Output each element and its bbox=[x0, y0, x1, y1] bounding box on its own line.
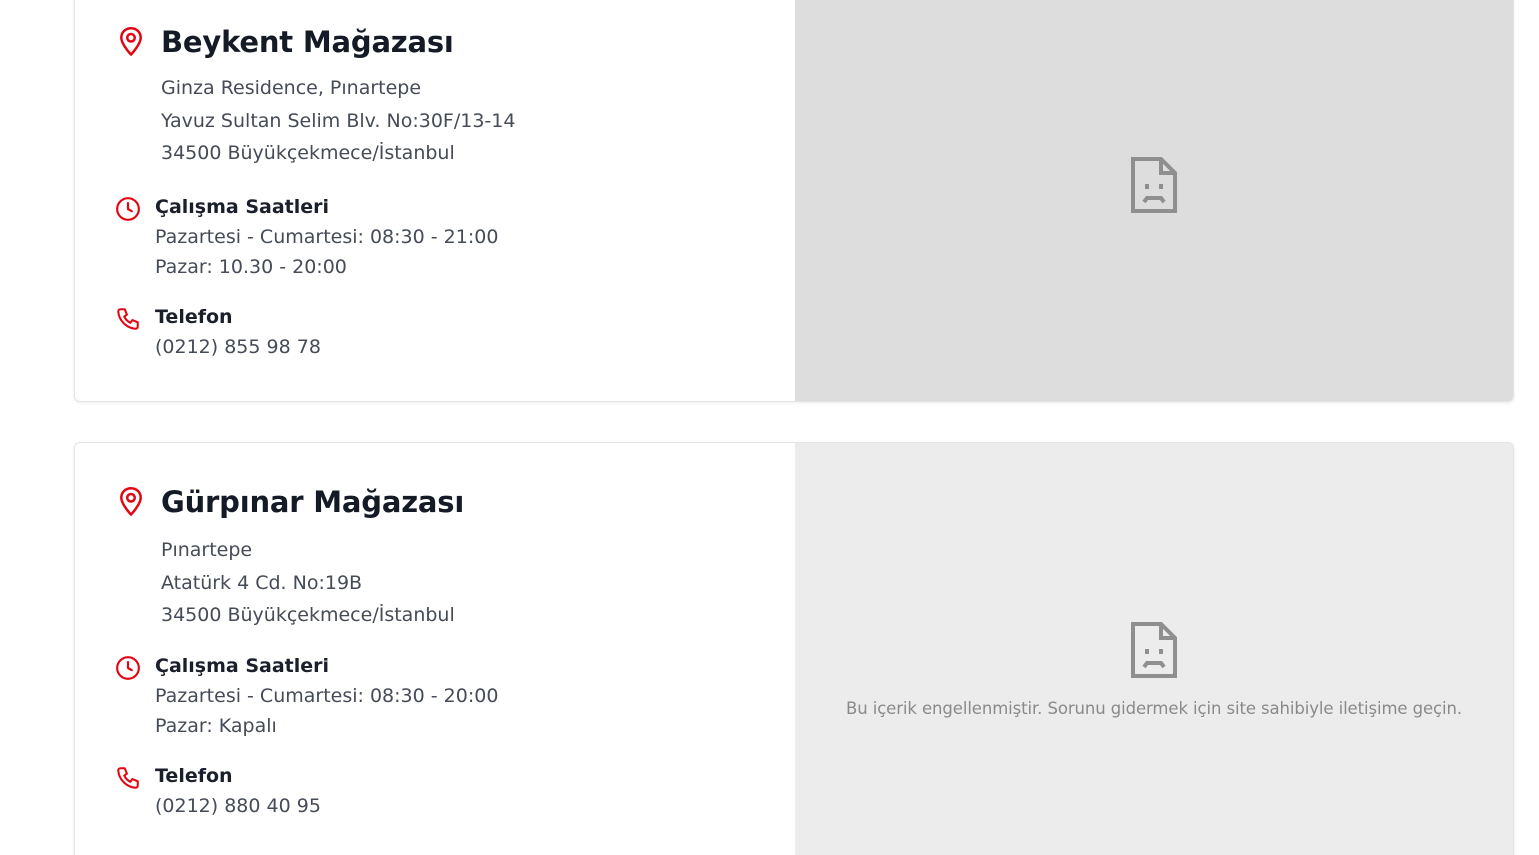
store-card: Gürpınar Mağazası Pınartepe Atatürk 4 Cd… bbox=[74, 442, 1514, 855]
store-info: Beykent Mağazası Ginza Residence, Pınart… bbox=[75, 0, 795, 401]
phone-number[interactable]: (0212) 880 40 95 bbox=[155, 791, 321, 821]
working-hours-line: Pazar: Kapalı bbox=[155, 715, 277, 737]
store-address: Ginza Residence, Pınartepe Yavuz Sultan … bbox=[161, 72, 515, 170]
location-pin-icon bbox=[120, 27, 142, 56]
map-embed-blocked: Bu içerik engellenmiştir. Sorunu giderme… bbox=[795, 443, 1513, 855]
phone-heading: Telefon bbox=[155, 765, 233, 787]
sad-document-icon bbox=[1131, 157, 1177, 213]
clock-icon bbox=[116, 197, 140, 221]
address-line: 34500 Büyükçekmece/İstanbul bbox=[161, 142, 455, 164]
store-title: Beykent Mağazası bbox=[161, 25, 454, 59]
store-title: Gürpınar Mağazası bbox=[161, 485, 465, 519]
working-hours-heading: Çalışma Saatleri bbox=[155, 196, 330, 218]
sad-document-icon bbox=[1131, 622, 1177, 678]
working-hours-section: Çalışma Saatleri Pazartesi - Cumartesi: … bbox=[115, 651, 498, 741]
store-address: Pınartepe Atatürk 4 Cd. No:19B 34500 Büy… bbox=[161, 534, 455, 632]
address-line: 34500 Büyükçekmece/İstanbul bbox=[161, 604, 455, 626]
map-embed-blocked bbox=[795, 0, 1513, 401]
phone-number[interactable]: (0212) 855 98 78 bbox=[155, 332, 321, 362]
phone-section: Telefon (0212) 855 98 78 bbox=[115, 302, 321, 362]
store-title-row: Beykent Mağazası bbox=[117, 25, 454, 59]
working-hours-line: Pazartesi - Cumartesi: 08:30 - 21:00 bbox=[155, 226, 499, 248]
map-blocked-message: Bu içerik engellenmiştir. Sorunu giderme… bbox=[846, 699, 1462, 718]
working-hours-line: Pazar: 10.30 - 20:00 bbox=[155, 256, 347, 278]
store-card: Beykent Mağazası Ginza Residence, Pınart… bbox=[74, 0, 1514, 402]
phone-icon bbox=[117, 308, 139, 330]
address-line: Atatürk 4 Cd. No:19B bbox=[161, 571, 363, 594]
working-hours-heading: Çalışma Saatleri bbox=[155, 655, 330, 677]
store-list-page: Beykent Mağazası Ginza Residence, Pınart… bbox=[0, 0, 1539, 855]
store-info: Gürpınar Mağazası Pınartepe Atatürk 4 Cd… bbox=[75, 443, 795, 855]
phone-heading: Telefon bbox=[155, 306, 233, 328]
address-line: Pınartepe bbox=[161, 539, 253, 561]
working-hours-section: Çalışma Saatleri Pazartesi - Cumartesi: … bbox=[115, 192, 498, 282]
phone-icon bbox=[117, 767, 139, 789]
phone-section: Telefon (0212) 880 40 95 bbox=[115, 761, 321, 821]
store-title-row: Gürpınar Mağazası bbox=[117, 485, 464, 519]
address-line: Yavuz Sultan Selim Blv. No:30F/13-14 bbox=[161, 109, 516, 132]
address-line: Ginza Residence, Pınartepe bbox=[161, 77, 422, 99]
working-hours-line: Pazartesi - Cumartesi: 08:30 - 20:00 bbox=[155, 685, 499, 707]
clock-icon bbox=[116, 656, 140, 680]
location-pin-icon bbox=[120, 487, 142, 516]
